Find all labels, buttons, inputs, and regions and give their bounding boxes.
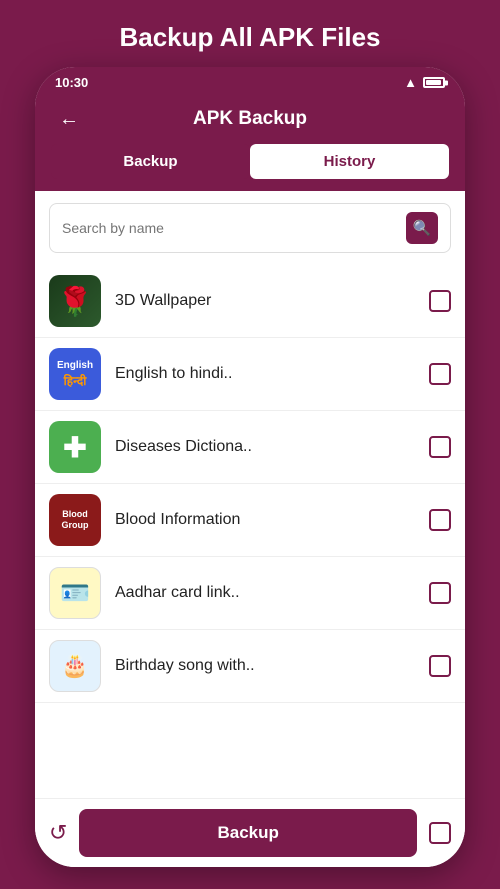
bottom-checkbox[interactable] [429,822,451,844]
list-item: ✚ Diseases Dictiona.. [35,411,465,484]
list-item: 🌹 3D Wallpaper [35,265,465,338]
app-icon-disease: ✚ [49,421,101,473]
status-icons: ▲ [404,75,445,90]
app-name: Birthday song with.. [115,657,415,675]
app-icon-english: English हिन्दी [49,348,101,400]
app-name: Diseases Dictiona.. [115,438,415,456]
tab-history[interactable]: History [250,144,449,179]
content-area: 🔍 🌹 3D Wallpaper English हिन्दी [35,191,465,798]
checkbox-english[interactable] [429,363,451,385]
tab-bar: Backup History [35,144,465,191]
backup-button[interactable]: Backup [79,809,417,857]
search-button[interactable]: 🔍 [406,212,438,244]
app-icon-3d-wallpaper: 🌹 [49,275,101,327]
list-item: 🎂 Birthday song with.. [35,630,465,703]
checkbox-birthday[interactable] [429,655,451,677]
search-bar: 🔍 [49,203,451,253]
header: ← APK Backup [35,98,465,144]
app-name: Blood Information [115,511,415,529]
app-name: Aadhar card link.. [115,584,415,602]
app-list: 🌹 3D Wallpaper English हिन्दी English to… [35,265,465,798]
status-bar: 10:30 ▲ [35,67,465,98]
app-icon-aadhar: 🪪 [49,567,101,619]
phone-frame: 10:30 ▲ ← APK Backup Backup History 🔍 🌹 [35,67,465,867]
search-input[interactable] [62,220,398,236]
list-item: 🪪 Aadhar card link.. [35,557,465,630]
checkbox-aadhar[interactable] [429,582,451,604]
app-name: 3D Wallpaper [115,292,415,310]
back-button[interactable]: ← [51,104,87,135]
app-icon-birthday: 🎂 [49,640,101,692]
battery-icon [423,77,445,88]
app-icon-blood: BloodGroup [49,494,101,546]
header-title: APK Backup [193,108,307,130]
search-icon: 🔍 [413,219,432,237]
wifi-icon: ▲ [404,75,417,90]
list-item: English हिन्दी English to hindi.. [35,338,465,411]
app-name: English to hindi.. [115,365,415,383]
status-time: 10:30 [55,75,88,90]
checkbox-disease[interactable] [429,436,451,458]
checkbox-blood[interactable] [429,509,451,531]
bottom-bar: ↺ Backup [35,798,465,867]
page-title: Backup All APK Files [99,0,400,67]
checkbox-3d-wallpaper[interactable] [429,290,451,312]
refresh-icon[interactable]: ↺ [49,820,67,846]
list-item: BloodGroup Blood Information [35,484,465,557]
tab-backup[interactable]: Backup [51,144,250,179]
